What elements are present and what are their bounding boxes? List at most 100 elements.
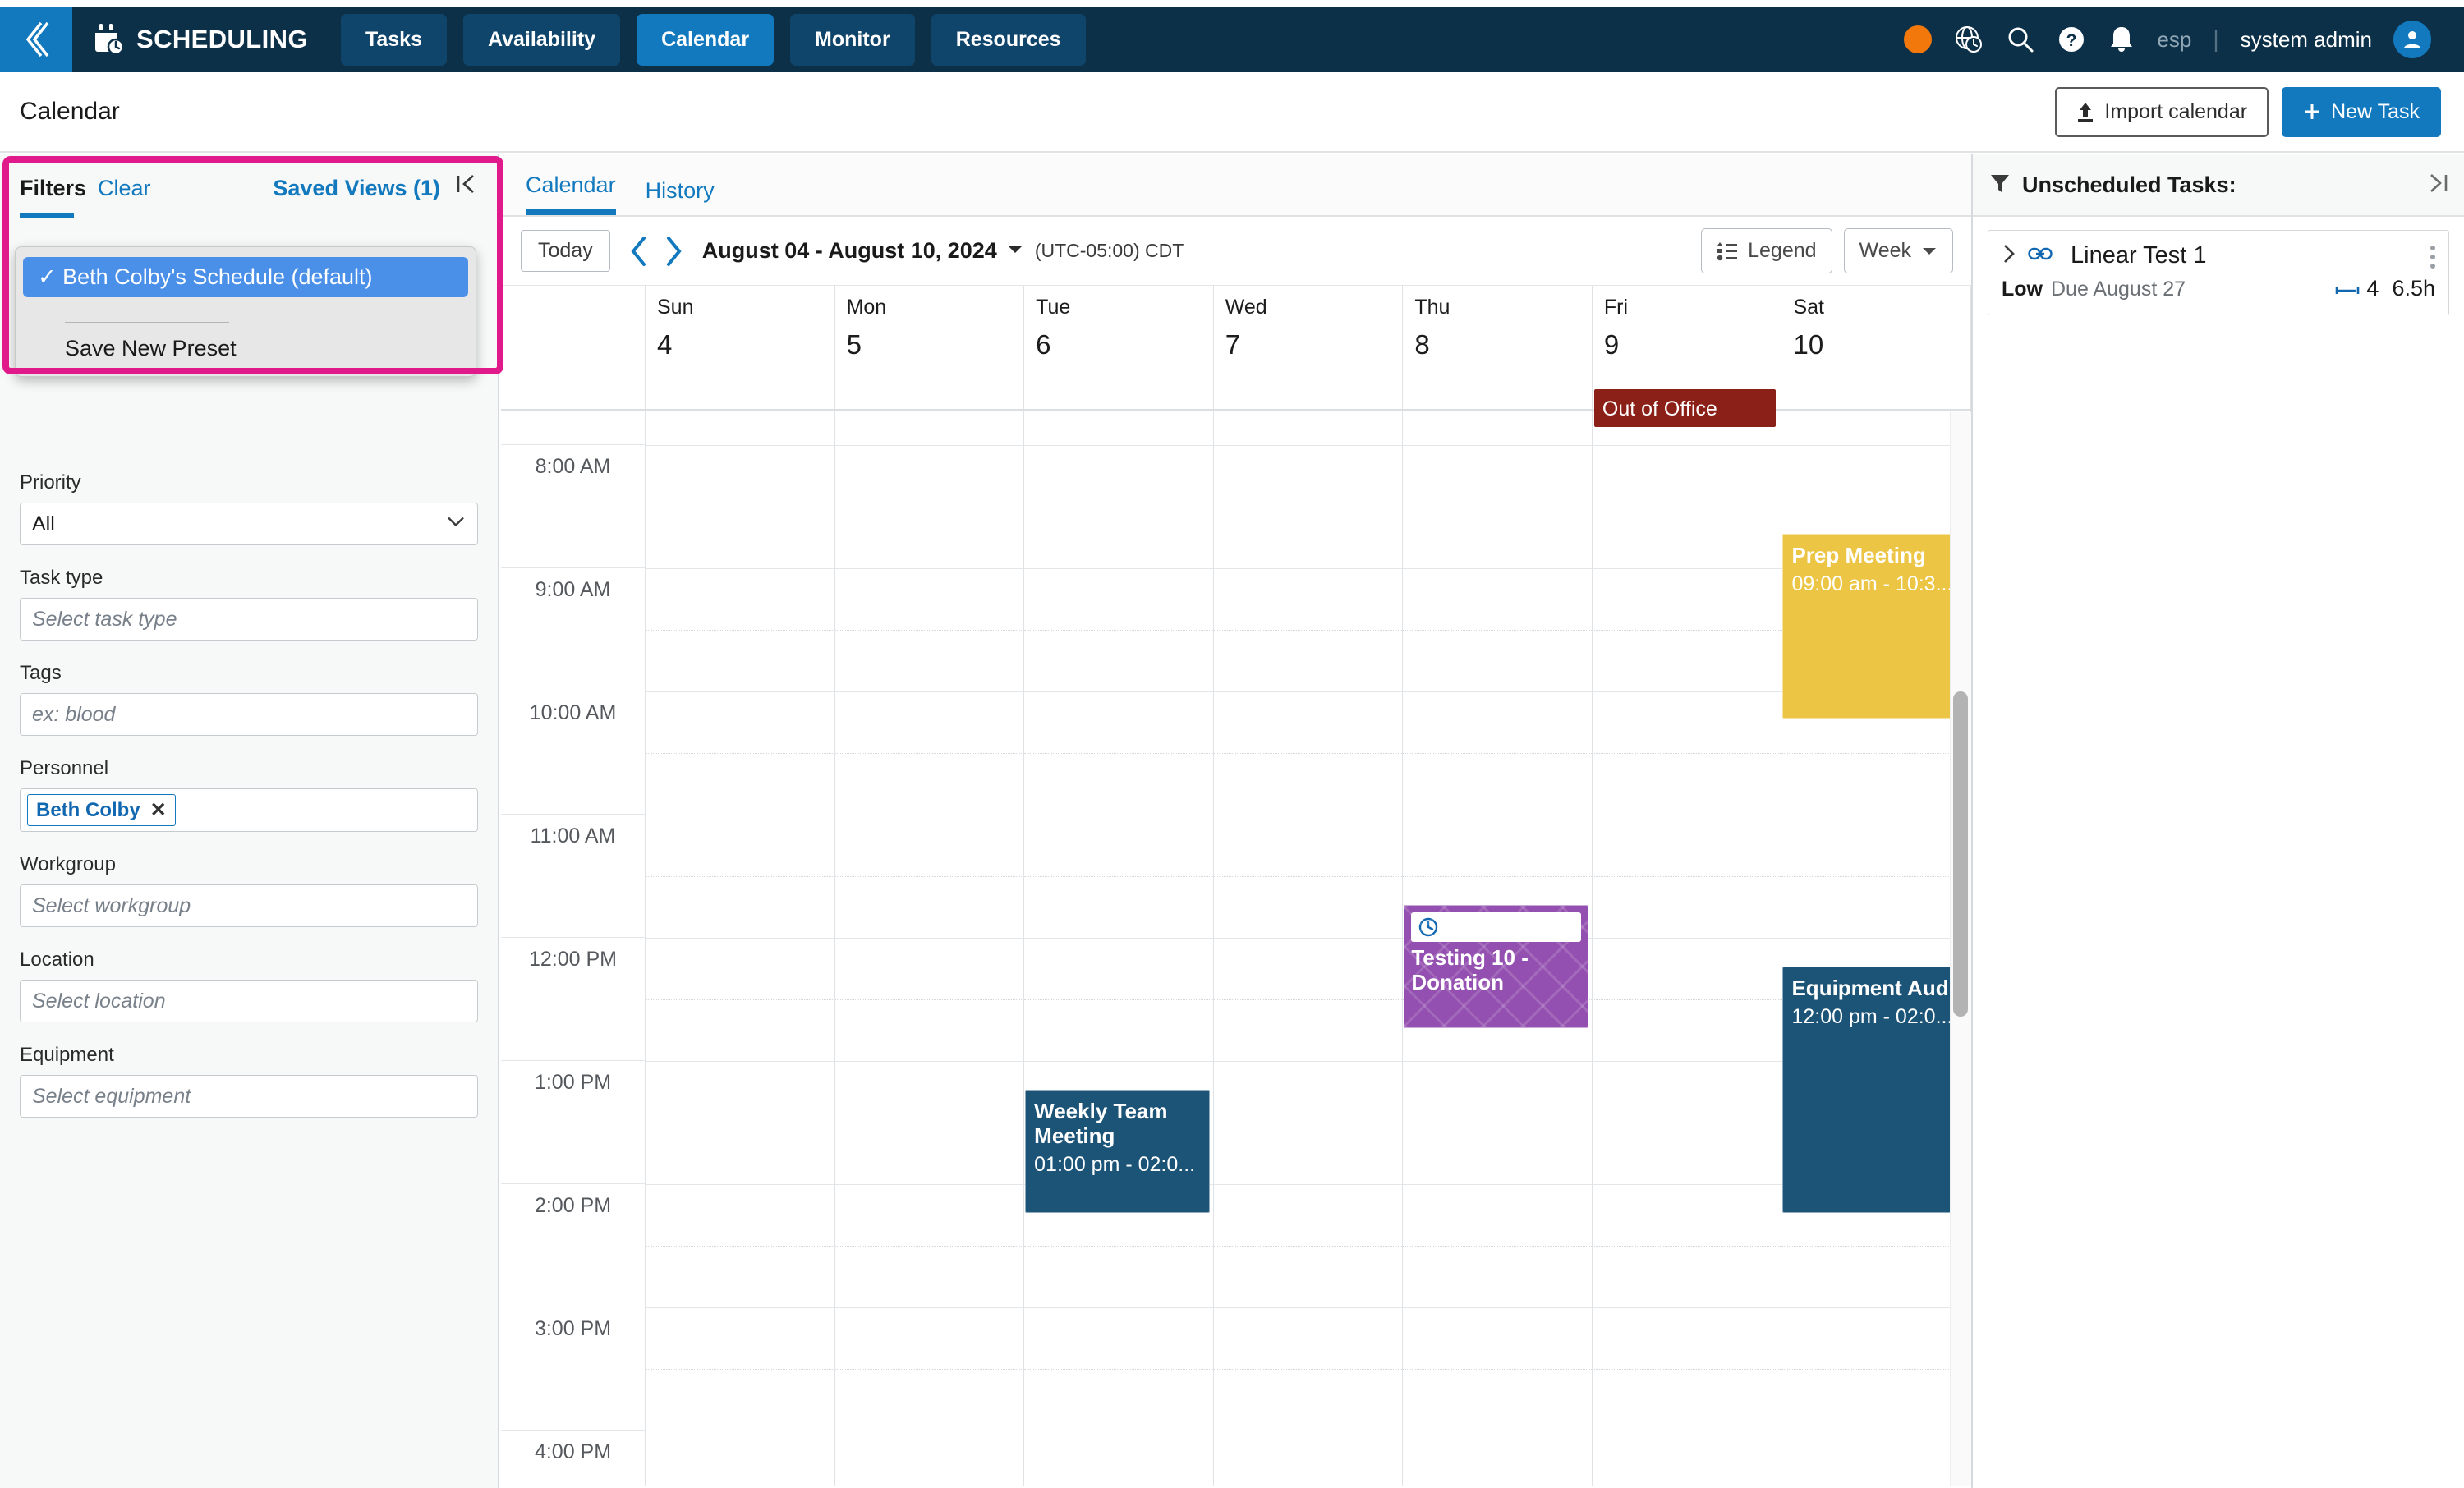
hour-gridline <box>646 691 834 692</box>
top-navigation-bar: SCHEDULING Tasks Availability Calendar M… <box>0 7 2464 72</box>
nav-tab-tasks[interactable]: Tasks <box>340 13 447 66</box>
next-week-button[interactable] <box>663 235 684 268</box>
task-name: Linear Test 1 <box>2071 242 2207 269</box>
today-button[interactable]: Today <box>521 230 610 272</box>
personnel-chip-label: Beth Colby <box>36 798 140 821</box>
timegutter-header-spacer <box>501 286 646 409</box>
saved-view-item-default[interactable]: ✓ Beth Colby's Schedule (default) <box>23 257 468 297</box>
new-task-label: New Task <box>2331 99 2420 123</box>
half-hour-gridline <box>834 1246 1024 1247</box>
personnel-chip-box[interactable]: Beth Colby ✕ <box>20 788 478 832</box>
half-hour-gridline <box>834 999 1024 1000</box>
legend-button[interactable]: Legend <box>1701 228 1832 273</box>
saved-view-label: Beth Colby's Schedule (default) <box>62 264 373 289</box>
import-calendar-button[interactable]: Import calendar <box>2055 86 2269 137</box>
nav-tabs: Tasks Availability Calendar Monitor Reso… <box>340 13 1086 66</box>
day-column-sun[interactable] <box>646 411 835 1486</box>
status-indicator-dot[interactable] <box>1904 25 1933 53</box>
locale-label[interactable]: esp <box>2157 27 2191 53</box>
collapse-right-icon[interactable] <box>2426 172 2449 199</box>
tags-input[interactable] <box>20 693 478 736</box>
equipment-input[interactable] <box>20 1075 478 1118</box>
tab-history[interactable]: History <box>646 178 715 215</box>
priority-select[interactable]: All <box>20 503 478 545</box>
day-number: 7 <box>1225 329 1241 360</box>
filter-group-workgroup: Workgroup <box>0 853 498 927</box>
event-equipment-audit[interactable]: Equipment Audit 12:00 pm - 02:0... <box>1782 967 1968 1213</box>
nav-collapse-button[interactable] <box>0 7 72 72</box>
date-range-label[interactable]: August 04 - August 10, 2024 <box>702 238 997 264</box>
time-label-9am: 9:00 AM <box>501 568 646 691</box>
calendar-main: Calendar History Today August 04 - Augus… <box>501 154 1971 1488</box>
help-icon[interactable]: ? <box>2057 25 2086 54</box>
filters-clear-link[interactable]: Clear <box>98 176 151 201</box>
hour-gridline <box>646 445 834 446</box>
prev-week-button[interactable] <box>628 235 650 268</box>
unscheduled-task-card[interactable]: Linear Test 1 Low Due August 27 4 6.5h <box>1988 230 2449 315</box>
user-avatar-icon[interactable] <box>2393 21 2431 58</box>
calendar-scrollbar-thumb[interactable] <box>1953 691 1968 1017</box>
view-mode-label: Week <box>1859 239 1911 262</box>
day-column-thu[interactable]: Testing 10 - Donation <box>1403 411 1593 1486</box>
filter-label-priority: Priority <box>20 471 81 494</box>
view-mode-button[interactable]: Week <box>1843 228 1953 273</box>
day-column-fri[interactable] <box>1592 411 1782 1486</box>
task-meta-row: Low Due August 27 4 6.5h <box>2002 276 2435 301</box>
day-name: Sun <box>657 296 694 319</box>
tab-calendar[interactable]: Calendar <box>526 172 616 215</box>
half-hour-gridline <box>1024 753 1213 754</box>
half-hour-gridline <box>1592 999 1781 1000</box>
saved-views-button[interactable]: Saved Views (1) <box>273 176 440 201</box>
personnel-chip[interactable]: Beth Colby ✕ <box>27 794 176 826</box>
day-columns: Weekly Team Meeting 01:00 pm - 02:0... T… <box>646 411 1971 1486</box>
half-hour-gridline <box>1592 753 1781 754</box>
chevron-right-icon[interactable] <box>2002 243 2016 269</box>
filter-label-tags: Tags <box>20 662 62 684</box>
event-title: Prep Meeting <box>1791 543 1926 567</box>
event-prep-meeting[interactable]: Prep Meeting 09:00 am - 10:3... <box>1782 534 1968 719</box>
new-task-button[interactable]: New Task <box>2282 86 2441 137</box>
hour-gridline <box>1592 568 1781 569</box>
filters-panel: Filters Clear Saved Views (1) ✓ Beth Col… <box>0 154 499 1488</box>
location-input[interactable] <box>20 980 478 1022</box>
hour-gridline <box>834 1061 1024 1062</box>
nav-tab-monitor[interactable]: Monitor <box>790 13 915 66</box>
time-label-11am: 11:00 AM <box>501 815 646 938</box>
half-hour-gridline <box>1592 630 1781 631</box>
workgroup-input[interactable] <box>20 884 478 927</box>
link-icon[interactable] <box>2028 246 2053 266</box>
nav-tab-calendar[interactable]: Calendar <box>637 13 775 66</box>
hour-gridline <box>1024 445 1213 446</box>
day-column-wed[interactable] <box>1213 411 1404 1486</box>
plus-icon <box>2305 104 2320 119</box>
more-vertical-icon[interactable] <box>2430 246 2435 269</box>
close-icon[interactable]: ✕ <box>150 798 167 822</box>
calendar-scrollbar-track[interactable] <box>1950 412 1971 1486</box>
search-icon[interactable] <box>2006 25 2035 54</box>
collapse-left-icon[interactable] <box>455 172 478 200</box>
nav-tab-availability[interactable]: Availability <box>462 13 621 66</box>
globe-clock-icon[interactable] <box>1953 24 1984 55</box>
half-hour-gridline <box>1592 876 1781 877</box>
page-header-actions: Import calendar New Task <box>2055 86 2464 137</box>
main-tabs: Calendar History <box>501 154 1971 217</box>
user-name-label[interactable]: system admin <box>2241 27 2372 53</box>
date-range-chevron-down-icon[interactable] <box>1007 244 1023 259</box>
event-testing-10-donation[interactable]: Testing 10 - Donation <box>1404 905 1588 1028</box>
half-hour-gridline <box>834 1369 1024 1370</box>
day-name: Sat <box>1793 296 1824 319</box>
event-title: Weekly Team Meeting <box>1034 1099 1168 1149</box>
hour-gridline <box>1592 1184 1781 1185</box>
duration-icon <box>2335 285 2360 300</box>
hour-gridline <box>1213 691 1403 692</box>
legend-label: Legend <box>1748 239 1817 262</box>
day-column-mon[interactable] <box>834 411 1025 1486</box>
save-new-preset-item[interactable]: Save New Preset <box>16 323 476 365</box>
day-column-sat[interactable]: Prep Meeting 09:00 am - 10:3... Equipmen… <box>1781 411 1971 1486</box>
bell-icon[interactable] <box>2108 25 2135 54</box>
funnel-icon[interactable] <box>1989 172 2011 198</box>
event-weekly-team-meeting[interactable]: Weekly Team Meeting 01:00 pm - 02:0... <box>1025 1090 1210 1213</box>
nav-tab-resources[interactable]: Resources <box>931 13 1086 66</box>
task-type-input[interactable] <box>20 598 478 641</box>
day-column-tue[interactable]: Weekly Team Meeting 01:00 pm - 02:0... <box>1024 411 1214 1486</box>
